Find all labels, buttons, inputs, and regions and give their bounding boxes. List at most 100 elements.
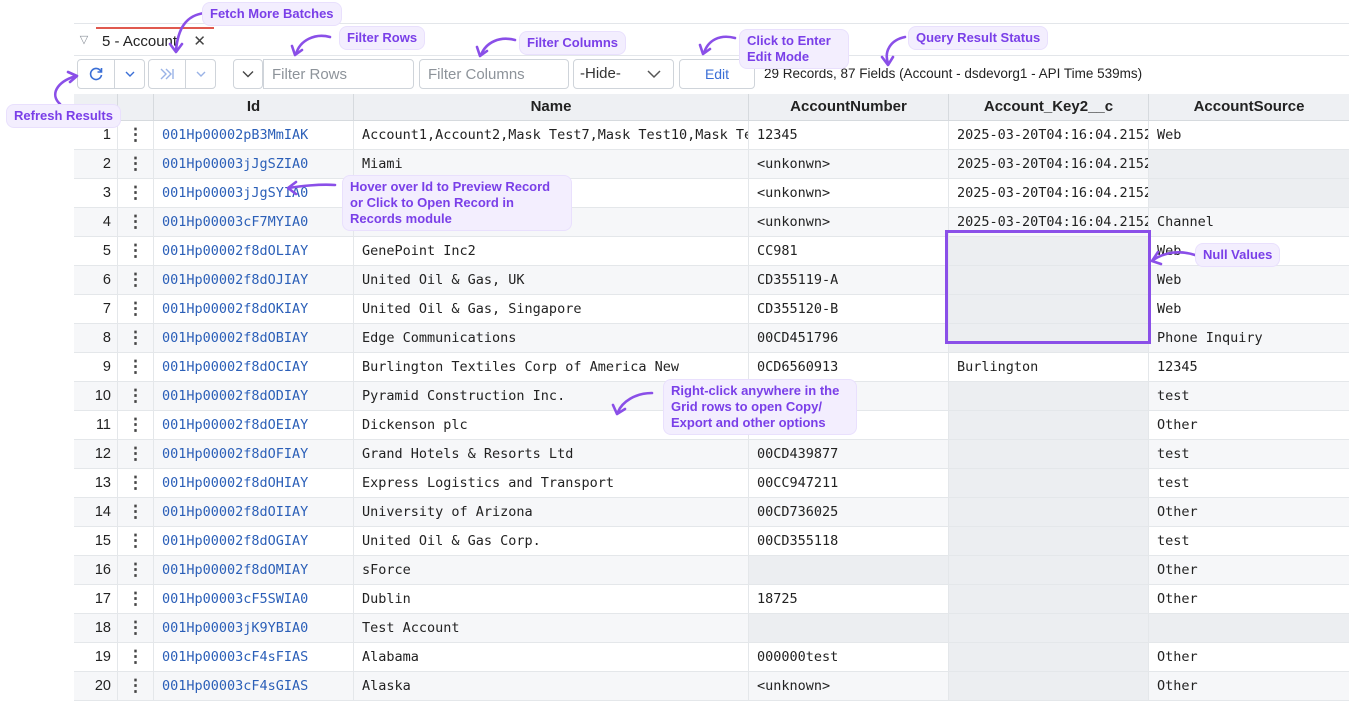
results-grid[interactable]: Id Name AccountNumber Account_Key2__c Ac… — [74, 94, 1349, 701]
cell-id[interactable]: 001Hp00002pB3MmIAK — [154, 121, 354, 149]
table-row[interactable]: 16 ⋮ 001Hp00002f8dOMIAY sForce Other — [74, 556, 1349, 585]
row-menu-icon[interactable]: ⋮ — [118, 614, 154, 642]
table-row[interactable]: 7 ⋮ 001Hp00002f8dOKIAY United Oil & Gas, Si… — [74, 295, 1349, 324]
row-menu-icon[interactable]: ⋮ — [118, 295, 154, 323]
row-number: 8 — [74, 324, 118, 352]
cell-id[interactable]: 001Hp00002f8dOKIAY — [154, 295, 354, 323]
hide-columns-select[interactable]: -Hide- — [573, 59, 674, 89]
header-account-number[interactable]: AccountNumber — [749, 94, 949, 120]
fetch-more-button[interactable] — [149, 60, 187, 88]
row-menu-icon[interactable]: ⋮ — [118, 411, 154, 439]
cell-name: Test Account — [354, 614, 749, 642]
cell-account-source — [1149, 614, 1349, 642]
query-status: 29 Records, 87 Fields (Account - dsdevor… — [764, 66, 1143, 81]
row-menu-icon[interactable]: ⋮ — [118, 672, 154, 700]
filter-columns-input[interactable] — [419, 59, 569, 89]
cell-id[interactable]: 001Hp00002f8dOHIAY — [154, 469, 354, 497]
cell-id[interactable]: 001Hp00002f8dOFIAY — [154, 440, 354, 468]
row-number: 4 — [74, 208, 118, 236]
cell-id[interactable]: 001Hp00003cF4sFIAS — [154, 643, 354, 671]
tab-account[interactable]: 5 - Account ✕ — [96, 27, 214, 55]
row-menu-icon[interactable]: ⋮ — [118, 208, 154, 236]
top-divider — [74, 23, 1349, 24]
row-menu-icon[interactable]: ⋮ — [118, 353, 154, 381]
table-row[interactable]: 20 ⋮ 001Hp00003cF4sGIAS Alaska <unknown> Othe… — [74, 672, 1349, 701]
hide-select-value: -Hide- — [580, 65, 621, 82]
row-menu-icon[interactable]: ⋮ — [118, 324, 154, 352]
fetch-dropdown-button[interactable] — [186, 60, 215, 88]
cell-id[interactable]: 001Hp00003cF4sGIAS — [154, 672, 354, 700]
cell-id[interactable]: 001Hp00003jJgSZIA0 — [154, 150, 354, 178]
cell-account-source: Web — [1157, 272, 1182, 288]
table-row[interactable]: 10 ⋮ 001Hp00002f8dODIAY Pyramid Constructio… — [74, 382, 1349, 411]
header-account-source[interactable]: AccountSource — [1149, 94, 1349, 120]
cell-id[interactable]: 001Hp00002f8dOMIAY — [154, 556, 354, 584]
header-account-key2[interactable]: Account_Key2__c — [949, 94, 1149, 120]
edit-button[interactable]: Edit — [679, 59, 755, 89]
cell-id[interactable]: 001Hp00002f8dOGIAY — [154, 527, 354, 555]
row-menu-icon[interactable]: ⋮ — [118, 237, 154, 265]
collapse-icon[interactable]: ▽ — [77, 33, 91, 47]
cell-id[interactable]: 001Hp00002f8dOBIAY — [154, 324, 354, 352]
table-row[interactable]: 17 ⋮ 001Hp00003cF5SWIA0 Dublin 18725 Other — [74, 585, 1349, 614]
row-menu-icon[interactable]: ⋮ — [118, 585, 154, 613]
cell-account-key2 — [949, 498, 1149, 526]
cell-id[interactable]: 001Hp00002f8dOEIAY — [154, 411, 354, 439]
header-id[interactable]: Id — [154, 94, 354, 120]
row-menu-icon[interactable]: ⋮ — [118, 440, 154, 468]
cell-account-source: 12345 — [1157, 359, 1198, 375]
table-row[interactable]: 19 ⋮ 001Hp00003cF4sFIAS Alabama 000000test Ot… — [74, 643, 1349, 672]
refresh-dropdown-button[interactable] — [115, 60, 144, 88]
cell-id[interactable]: 001Hp00002f8dOLIAY — [154, 237, 354, 265]
table-row[interactable]: 13 ⋮ 001Hp00002f8dOHIAY Express Logistics a… — [74, 469, 1349, 498]
header-name[interactable]: Name — [354, 94, 749, 120]
row-menu-icon[interactable]: ⋮ — [118, 469, 154, 497]
cell-id[interactable]: 001Hp00003jJgSYIA0 — [154, 179, 354, 207]
row-menu-icon[interactable]: ⋮ — [118, 643, 154, 671]
close-icon[interactable]: ✕ — [193, 29, 206, 55]
header-menu — [118, 94, 154, 120]
cell-id[interactable]: 001Hp00002f8dOIIAY — [154, 498, 354, 526]
table-row[interactable]: 6 ⋮ 001Hp00002f8dOJIAY United Oil & Gas, UK… — [74, 266, 1349, 295]
row-menu-icon[interactable]: ⋮ — [118, 150, 154, 178]
table-row[interactable]: 2 ⋮ 001Hp00003jJgSZIA0 Miami <unkonwn> 2025-0… — [74, 150, 1349, 179]
table-row[interactable]: 12 ⋮ 001Hp00002f8dOFIAY Grand Hotels & Reso… — [74, 440, 1349, 469]
table-row[interactable]: 14 ⋮ 001Hp00002f8dOIIAY University of Arizo… — [74, 498, 1349, 527]
table-row[interactable]: 8 ⋮ 001Hp00002f8dOBIAY Edge Communications 0… — [74, 324, 1349, 353]
table-row[interactable]: 11 ⋮ 001Hp00002f8dOEIAY Dickenson plc Other — [74, 411, 1349, 440]
cell-id[interactable]: 001Hp00002f8dODIAY — [154, 382, 354, 410]
cell-account-number: <unkonwn> — [749, 150, 949, 178]
refresh-button-group — [77, 59, 145, 89]
row-menu-icon[interactable]: ⋮ — [118, 179, 154, 207]
cell-name: Express Logistics and Transport — [354, 469, 749, 497]
refresh-button[interactable] — [78, 60, 116, 88]
table-row[interactable]: 1 ⋮ 001Hp00002pB3MmIAK Account1,Account2,Ma… — [74, 121, 1349, 150]
row-menu-icon[interactable]: ⋮ — [118, 556, 154, 584]
table-row[interactable]: 4 ⋮ 001Hp00003cF7MYIA0 idery <unkonwn> 2025-0… — [74, 208, 1349, 237]
row-number: 1 — [74, 121, 118, 149]
row-menu-icon[interactable]: ⋮ — [118, 266, 154, 294]
table-row[interactable]: 3 ⋮ 001Hp00003jJgSYIA0 <unkonwn> 2025-03-20T… — [74, 179, 1349, 208]
cell-id[interactable]: 001Hp00003cF7MYIA0 — [154, 208, 354, 236]
cell-name: Pyramid Construction Inc. — [354, 382, 749, 410]
filter-rows-input[interactable] — [263, 59, 414, 89]
row-menu-icon[interactable]: ⋮ — [118, 382, 154, 410]
cell-account-source: test — [1157, 533, 1190, 549]
row-menu-icon[interactable]: ⋮ — [118, 498, 154, 526]
table-row[interactable]: 18 ⋮ 001Hp00003jK9YBIA0 Test Account — [74, 614, 1349, 643]
row-menu-icon[interactable]: ⋮ — [118, 121, 154, 149]
cell-id[interactable]: 001Hp00002f8dOJIAY — [154, 266, 354, 294]
row-menu-icon[interactable]: ⋮ — [118, 527, 154, 555]
table-row[interactable]: 5 ⋮ 001Hp00002f8dOLIAY GenePoint Inc2 CC981 W… — [74, 237, 1349, 266]
filter-mode-dropdown[interactable] — [233, 59, 263, 89]
table-row[interactable]: 9 ⋮ 001Hp00002f8dOCIAY Burlington Textiles … — [74, 353, 1349, 382]
table-row[interactable]: 15 ⋮ 001Hp00002f8dOGIAY United Oil & Gas Co… — [74, 527, 1349, 556]
cell-id[interactable]: 001Hp00003cF5SWIA0 — [154, 585, 354, 613]
cell-account-source: Other — [1157, 417, 1198, 433]
cell-account-source: test — [1157, 475, 1190, 491]
cell-account-source: test — [1157, 388, 1190, 404]
cell-account-key2 — [949, 614, 1149, 642]
cell-id[interactable]: 001Hp00002f8dOCIAY — [154, 353, 354, 381]
cell-account-key2 — [949, 527, 1149, 555]
cell-id[interactable]: 001Hp00003jK9YBIA0 — [154, 614, 354, 642]
